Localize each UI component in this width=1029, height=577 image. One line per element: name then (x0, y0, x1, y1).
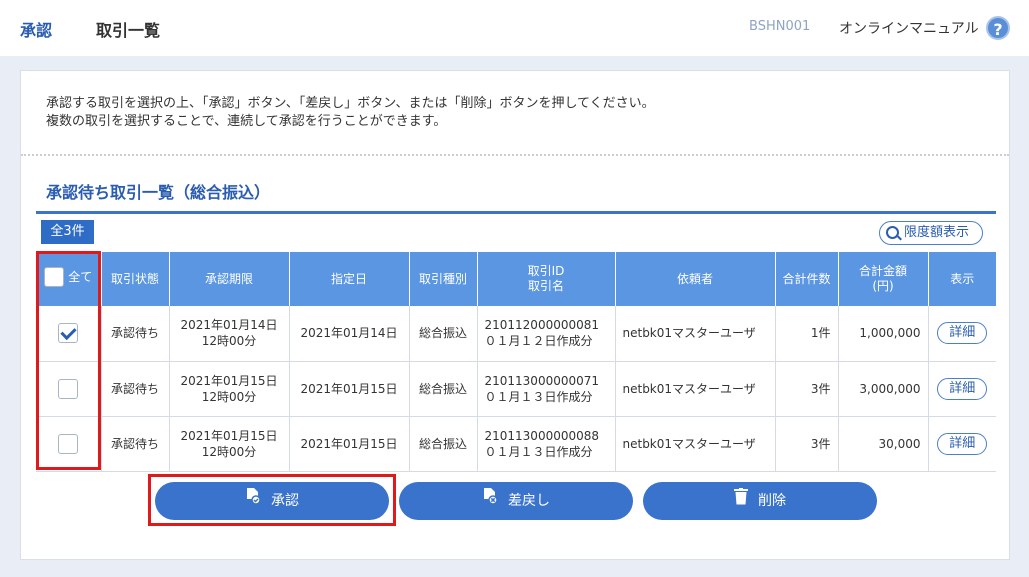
approve-button-highlight (148, 474, 396, 526)
header-date: 指定日 (289, 252, 410, 306)
header-name: 取引名 (527, 279, 564, 293)
main-card: 承認する取引を選択の上、「承認」ボタン、「差戻し」ボタン、または「削除」ボタンを… (20, 70, 1010, 560)
row-amount: 3,000,000 (838, 361, 929, 417)
row-type: 総合振込 (409, 416, 478, 472)
dotted-divider (21, 154, 1009, 156)
return-button[interactable]: 差戻し (399, 482, 633, 520)
header-count: 合計件数 (775, 252, 839, 306)
header-requester: 依頼者 (615, 252, 776, 306)
row-deadline-time: 12時00分 (201, 389, 257, 404)
section-title: 承認待ち取引一覧（総合振込） (46, 183, 271, 202)
top-bar: 承認 取引一覧 BSHN001 オンラインマニュアル ? (0, 0, 1029, 56)
limit-display-label: 限度額表示 (904, 225, 970, 240)
delete-button[interactable]: 削除 (643, 482, 877, 520)
section-label: 承認 (20, 21, 53, 40)
section-rule (36, 211, 996, 214)
help-icon[interactable]: ? (986, 16, 1010, 40)
detail-button[interactable]: 詳細 (937, 377, 988, 400)
row-type: 総合振込 (409, 306, 478, 362)
trash-icon (734, 482, 748, 520)
row-id: 210113000000088 (484, 428, 600, 443)
magnifier-icon (886, 226, 899, 239)
row-deadline: 2021年01月14日 12時00分 (169, 306, 290, 362)
row-id-name: 210113000000071 ０１月１３日作成分 (477, 361, 616, 417)
intro-text: 承認する取引を選択の上、「承認」ボタン、「差戻し」ボタン、または「削除」ボタンを… (46, 95, 655, 131)
row-id-name: 210113000000088 ０１月１３日作成分 (477, 416, 616, 472)
checkbox-column-highlight (36, 251, 101, 470)
row-id-name: 210112000000081 ０１月１２日作成分 (477, 306, 616, 362)
row-count: 3件 (775, 361, 839, 417)
row-date: 2021年01月15日 (289, 361, 410, 417)
row-name: ０１月１２日作成分 (484, 334, 593, 349)
row-count: 3件 (775, 416, 839, 472)
row-requester: netbk01マスターユーザ (615, 361, 776, 417)
row-amount: 30,000 (838, 416, 929, 472)
document-cross-icon (482, 482, 498, 520)
row-requester: netbk01マスターユーザ (615, 306, 776, 362)
transaction-table: 全て 取引状態 承認期限 指定日 取引種別 取引ID 取引名 依頼者 合計件数 … (36, 252, 996, 472)
header-view: 表示 (928, 252, 996, 306)
limit-display-button[interactable]: 限度額表示 (879, 221, 983, 245)
row-status: 承認待ち (101, 306, 170, 362)
row-deadline: 2021年01月15日 12時00分 (169, 361, 290, 417)
row-deadline-date: 2021年01月15日 (180, 373, 278, 388)
header-deadline: 承認期限 (169, 252, 290, 306)
row-date: 2021年01月15日 (289, 416, 410, 472)
row-id: 210113000000071 (484, 373, 600, 388)
row-deadline: 2021年01月15日 12時00分 (169, 416, 290, 472)
intro-line-1: 承認する取引を選択の上、「承認」ボタン、「差戻し」ボタン、または「削除」ボタンを… (46, 96, 655, 111)
header-amount: 合計金額 (円) (838, 252, 929, 306)
row-status: 承認待ち (101, 416, 170, 472)
row-deadline-date: 2021年01月15日 (180, 428, 278, 443)
row-amount: 1,000,000 (838, 306, 929, 362)
row-status: 承認待ち (101, 361, 170, 417)
row-count: 1件 (775, 306, 839, 362)
row-deadline-time: 12時00分 (201, 334, 257, 349)
row-requester: netbk01マスターユーザ (615, 416, 776, 472)
table-row: 承認待ち 2021年01月15日 12時00分 2021年01月15日 総合振込 … (36, 361, 996, 417)
count-badge: 全3件 (41, 220, 94, 244)
header-status: 取引状態 (101, 252, 170, 306)
detail-button[interactable]: 詳細 (937, 432, 988, 455)
return-label: 差戻し (508, 493, 550, 509)
screen-code: BSHN001 (749, 19, 811, 34)
header-id-name: 取引ID 取引名 (477, 252, 616, 306)
online-manual-link[interactable]: オンラインマニュアル (839, 18, 979, 38)
row-deadline-time: 12時00分 (201, 444, 257, 459)
table-row: 承認待ち 2021年01月14日 12時00分 2021年01月14日 総合振込 … (36, 306, 996, 362)
row-name: ０１月１３日作成分 (484, 444, 593, 459)
detail-button[interactable]: 詳細 (937, 322, 988, 345)
header-amount-label: 合計金額 (858, 264, 907, 278)
row-id: 210112000000081 (484, 318, 600, 333)
row-type: 総合振込 (409, 361, 478, 417)
row-date: 2021年01月14日 (289, 306, 410, 362)
table-row: 承認待ち 2021年01月15日 12時00分 2021年01月15日 総合振込 … (36, 416, 996, 472)
header-id: 取引ID (527, 264, 565, 278)
row-deadline-date: 2021年01月14日 (180, 318, 278, 333)
row-name: ０１月１３日作成分 (484, 389, 593, 404)
intro-line-2: 複数の取引を選択することで、連続して承認を行うことができます。 (46, 114, 447, 129)
header-type: 取引種別 (409, 252, 478, 306)
header-amount-unit: (円) (872, 279, 894, 293)
table-header-row: 全て 取引状態 承認期限 指定日 取引種別 取引ID 取引名 依頼者 合計件数 … (36, 252, 996, 306)
delete-label: 削除 (758, 493, 786, 509)
page-title: 取引一覧 (96, 21, 161, 40)
